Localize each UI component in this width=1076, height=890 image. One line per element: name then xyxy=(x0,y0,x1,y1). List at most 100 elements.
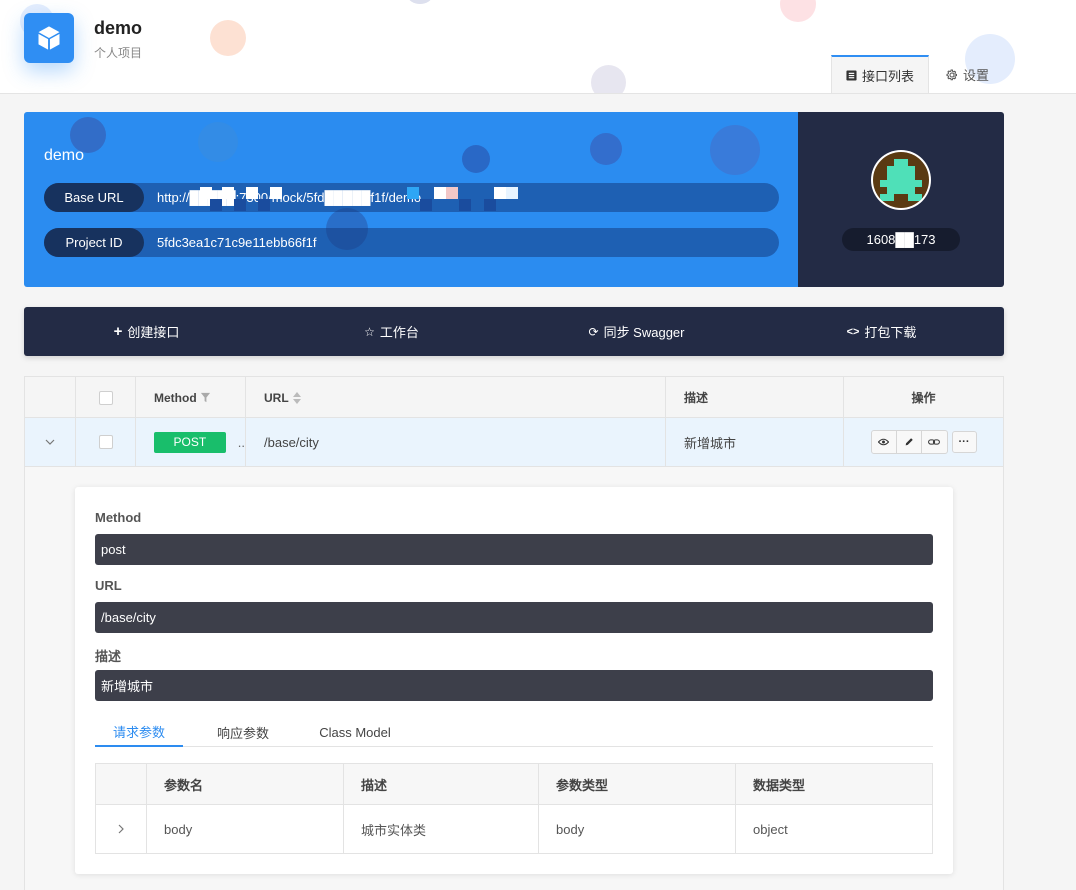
project-id-row: Project ID 5fdc3ea1c71c9e11ebb66f1f xyxy=(44,228,779,257)
url-label: URL xyxy=(95,578,122,593)
table-row[interactable]: POST .. /base/city 新增城市 ··· xyxy=(25,418,1003,467)
redaction-mask xyxy=(234,199,246,211)
params-table: 参数名 描述 参数类型 数据类型 body 城市实体类 body object xyxy=(95,763,933,854)
select-all-cell xyxy=(76,377,136,418)
action-bar: + 创建接口 ☆ 工作台 ⟳ 同步 Swagger <> 打包下载 xyxy=(24,307,1004,356)
param-name-header: 参数名 xyxy=(147,764,344,804)
code-icon: <> xyxy=(846,325,860,338)
redaction-mask xyxy=(200,187,212,199)
create-api-button[interactable]: + 创建接口 xyxy=(24,307,269,356)
redaction-mask xyxy=(459,199,471,211)
column-label: URL xyxy=(264,390,289,405)
param-desc-header: 描述 xyxy=(344,764,539,804)
method-cell: POST .. xyxy=(136,418,246,466)
param-tabs: 请求参数 响应参数 Class Model xyxy=(95,717,933,747)
select-all-checkbox[interactable] xyxy=(98,390,113,405)
filter-icon[interactable] xyxy=(200,392,211,403)
plus-icon: + xyxy=(113,323,123,340)
base-url-row: Base URL http://█████:7300/mock/5fd█████… xyxy=(44,183,779,212)
operation-column-header: 操作 xyxy=(844,377,1003,418)
decor-bubble xyxy=(462,145,490,173)
action-label: 创建接口 xyxy=(127,325,180,340)
gear-icon xyxy=(946,69,957,80)
param-type-header: 参数类型 xyxy=(539,764,736,804)
action-label: 工作台 xyxy=(379,325,419,340)
redaction-mask xyxy=(210,199,222,211)
param-type-cell: body xyxy=(539,805,736,853)
redaction-mask xyxy=(407,187,419,199)
project-type: 个人项目 xyxy=(94,46,143,60)
url-column-header[interactable]: URL xyxy=(246,377,666,418)
column-label: 操作 xyxy=(911,391,936,405)
redaction-mask xyxy=(434,187,446,199)
project-logo xyxy=(24,13,74,63)
action-label: 打包下载 xyxy=(864,325,917,340)
sync-swagger-button[interactable]: ⟳ 同步 Swagger xyxy=(514,307,759,356)
method-column-header[interactable]: Method xyxy=(136,377,246,418)
method-value: post xyxy=(95,534,933,565)
chevron-right-icon[interactable] xyxy=(118,824,124,834)
url-cell: /base/city xyxy=(246,418,666,466)
decor-bubble xyxy=(210,20,246,56)
tab-class-model[interactable]: Class Model xyxy=(305,717,405,747)
description-column-header: 描述 xyxy=(666,377,844,418)
data-type-cell: object xyxy=(753,821,788,837)
redaction-mask xyxy=(270,187,282,199)
table-row[interactable]: body 城市实体类 body object xyxy=(96,805,932,853)
star-icon: ☆ xyxy=(364,324,375,339)
app-header: demo 个人项目 接口列表 设置 xyxy=(0,0,1076,94)
view-button[interactable] xyxy=(872,431,897,453)
redaction-mask xyxy=(506,187,518,199)
project-id-value[interactable]: 5fdc3ea1c71c9e11ebb66f1f xyxy=(157,228,317,257)
tab-label: 接口列表 xyxy=(862,69,915,84)
expand-column-header xyxy=(96,764,147,804)
list-icon xyxy=(846,70,857,81)
decor-bubble xyxy=(198,122,238,162)
api-detail-panel: Method post URL /base/city 描述 新增城市 请求参数 … xyxy=(75,487,953,874)
decor-bubble xyxy=(408,0,432,4)
column-label: Method xyxy=(154,390,197,405)
more-icon[interactable]: ··· xyxy=(951,431,977,453)
decor-bubble xyxy=(591,65,626,93)
redaction-mask xyxy=(420,199,432,211)
copy-link-button[interactable] xyxy=(922,431,947,453)
tab-request-params[interactable]: 请求参数 xyxy=(95,717,183,747)
tab-api-list[interactable]: 接口列表 xyxy=(831,55,929,93)
decor-bubble xyxy=(590,133,622,165)
redaction-mask xyxy=(246,187,258,199)
description-label: 描述 xyxy=(95,649,122,664)
base-url-value[interactable]: http://█████:7300/mock/5fd█████f1f/demo xyxy=(157,183,421,212)
row-checkbox[interactable] xyxy=(98,435,113,449)
sync-icon: ⟳ xyxy=(588,324,599,339)
edit-button[interactable] xyxy=(897,431,922,453)
tab-response-params[interactable]: 响应参数 xyxy=(199,717,287,747)
expand-column-header xyxy=(25,377,76,418)
banner-project-title: demo xyxy=(44,147,85,164)
expand-cell xyxy=(96,805,147,853)
cube-icon xyxy=(38,26,60,50)
chevron-down-icon[interactable] xyxy=(45,439,55,445)
description-value: 新增城市 xyxy=(95,670,933,701)
action-label: 同步 Swagger xyxy=(603,325,685,340)
operation-button-group xyxy=(870,430,948,454)
download-package-button[interactable]: <> 打包下载 xyxy=(759,307,1004,356)
param-name-cell: body xyxy=(147,805,344,853)
redaction-mask xyxy=(494,187,506,199)
redaction-mask xyxy=(446,187,458,199)
avatar[interactable] xyxy=(871,150,931,210)
url-value: /base/city xyxy=(95,602,933,633)
eye-icon xyxy=(878,438,889,446)
column-label: 描述 xyxy=(684,391,709,405)
base-url-label: Base URL xyxy=(44,183,144,212)
link-icon xyxy=(928,439,940,445)
redaction-mask xyxy=(258,199,270,211)
decor-bubble xyxy=(780,0,816,22)
user-card: 1608██173 xyxy=(798,112,1004,287)
method-label: Method xyxy=(95,510,142,525)
workbench-button[interactable]: ☆ 工作台 xyxy=(269,307,514,356)
project-id-label: Project ID xyxy=(44,228,144,257)
tab-settings[interactable]: 设置 xyxy=(932,55,1003,93)
sort-icon[interactable] xyxy=(292,391,301,404)
data-type-header: 数据类型 xyxy=(753,777,806,793)
description-cell: 新增城市 xyxy=(666,418,844,466)
